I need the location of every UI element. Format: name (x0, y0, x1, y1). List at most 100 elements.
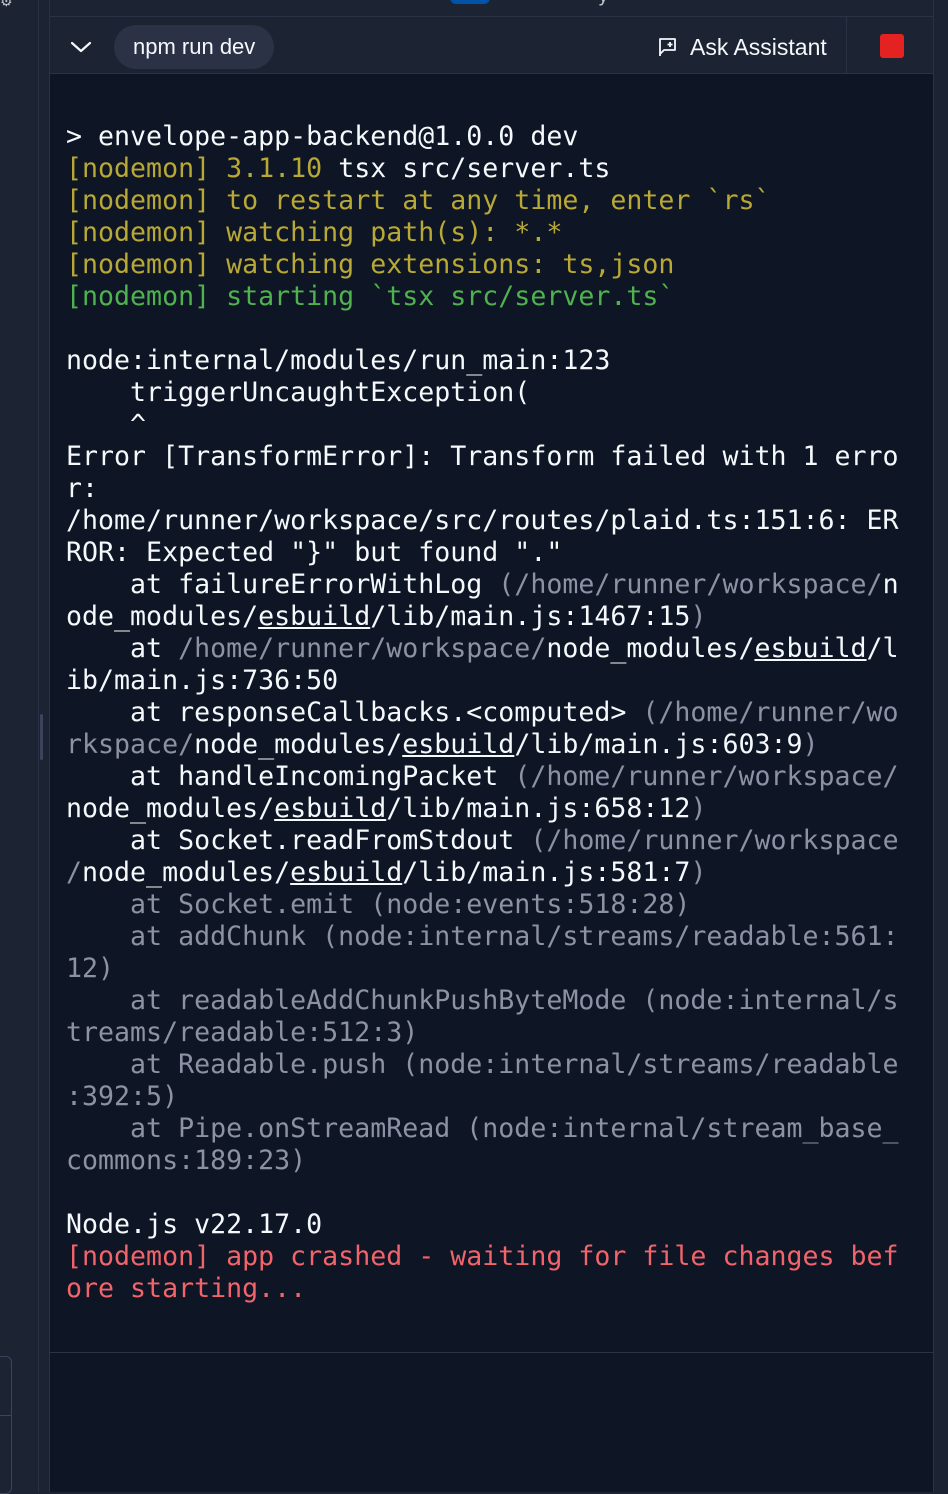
stop-button[interactable] (880, 34, 904, 58)
terminal-segment: Node.js v22.17.0 (66, 1209, 323, 1240)
sidebar-panel-edge[interactable] (0, 1356, 12, 1494)
terminal-segment: at Socket.emit (node:events:518:28) (66, 889, 691, 920)
terminal-line: [nodemon] watching path(s): *.* (66, 217, 906, 249)
terminal-segment: ) (690, 601, 707, 632)
terminal-segment: ib/main.js:736:50 (66, 665, 339, 696)
collapse-button[interactable] (67, 33, 95, 61)
terminal-segment: [nodemon] watching extensions: ts,json (66, 249, 675, 280)
terminal-segment: /lib/main.js:603:9 (514, 729, 803, 760)
terminal-segment: (/home/runner/wo (642, 697, 899, 728)
terminal-segment: /home/runner/workspace/src/routes/plaid.… (66, 505, 899, 536)
terminal-line: [nodemon] to restart at any time, enter … (66, 185, 906, 217)
terminal-line: node:internal/modules/run_main:123 (66, 345, 906, 377)
terminal-segment: > envelope-app-backend@1.0.0 dev (66, 121, 579, 152)
terminal-segment: triggerUncaughtException( (66, 377, 531, 408)
panel-divider (0, 1415, 11, 1416)
terminal-segment: ) (690, 857, 707, 888)
terminal-segment: rkspace/ (66, 729, 195, 760)
terminal-line: :392:5) (66, 1081, 906, 1113)
terminal-line: [nodemon] watching extensions: ts,json (66, 249, 906, 281)
terminal-line: [nodemon] starting `tsx src/server.ts` (66, 281, 906, 313)
terminal-segment: / (66, 857, 83, 888)
terminal-segment: [nodemon] watching path(s): *.* (66, 217, 563, 248)
terminal-link[interactable]: esbuild (274, 793, 386, 824)
terminal-segment: at Readable.push (node:internal/streams/… (66, 1049, 899, 1080)
terminal-line: ib/main.js:736:50 (66, 665, 906, 697)
terminal-segment: [nodemon] starting `tsx src/server.ts` (66, 281, 675, 312)
terminal-segment: tsx src/server.ts (338, 153, 611, 184)
chat-flag-icon (659, 38, 676, 56)
terminal-line: at addChunk (node:internal/streams/reada… (66, 921, 906, 953)
terminal-line: ore starting... (66, 1273, 906, 1305)
terminal-segment: (/home/runner/workspace/ (498, 569, 883, 600)
terminal-line: [nodemon] 3.1.10 tsx src/server.ts (66, 153, 906, 185)
terminal-line: Node.js v22.17.0 (66, 1209, 906, 1241)
terminal-output[interactable]: > envelope-app-backend@1.0.0 dev [nodemon… (50, 74, 933, 1353)
terminal-segment: node_modules/ (194, 729, 403, 760)
terminal-line: ^ (66, 409, 906, 441)
terminal-segment: node_modules/ (66, 793, 275, 824)
terminal-line: 12) (66, 953, 906, 985)
terminal-link[interactable]: esbuild (402, 729, 514, 760)
active-tab-indicator[interactable] (450, 0, 490, 4)
ask-assistant-label: Ask Assistant (690, 33, 827, 60)
top-cutoff-glyph: y (598, 0, 609, 7)
terminal-line: at Socket.emit (node:events:518:28) (66, 889, 906, 921)
terminal-line: at responseCallbacks.<computed> (/home/r… (66, 697, 906, 729)
terminal-link[interactable]: esbuild (754, 633, 866, 664)
terminal-line: at readableAddChunkPushByteMode (node:in… (66, 985, 906, 1017)
terminal-line: node_modules/esbuild/lib/main.js:658:12) (66, 793, 906, 825)
chevron-down-icon (70, 41, 92, 53)
terminal-line: rkspace/node_modules/esbuild/lib/main.js… (66, 729, 906, 761)
terminal-segment: commons:189:23) (66, 1145, 307, 1176)
terminal-segment: r: (66, 473, 99, 504)
terminal-line: at /home/runner/workspace/node_modules/e… (66, 633, 906, 665)
terminal-segment: n (882, 569, 899, 600)
terminal-text: > envelope-app-backend@1.0.0 dev [nodemon… (66, 121, 906, 1305)
terminal-segment: [nodemon] 3.1.10 (66, 153, 339, 184)
terminal-line: ROR: Expected "}" but found "." (66, 537, 906, 569)
terminal-empty-area (50, 1353, 933, 1492)
terminal-line: /node_modules/esbuild/lib/main.js:581:7) (66, 857, 906, 889)
terminal-segment: [nodemon] to restart at any time, enter … (66, 185, 771, 216)
terminal-segment: ) (690, 793, 707, 824)
terminal-link[interactable]: esbuild (258, 601, 370, 632)
terminal-link[interactable]: esbuild (290, 857, 402, 888)
terminal-segment: (/home/runner/workspace/ (514, 761, 899, 792)
terminal-segment: at responseCallbacks.<computed> (66, 697, 643, 728)
ask-assistant-button[interactable]: Ask Assistant (656, 25, 827, 69)
pane-resize-handle[interactable] (40, 714, 43, 760)
terminal-segment: /l (866, 633, 899, 664)
terminal-segment: [nodemon] app crashed - waiting for file… (66, 1241, 899, 1272)
terminal-line: triggerUncaughtException( (66, 377, 906, 409)
terminal-line: > envelope-app-backend@1.0.0 dev (66, 121, 906, 153)
terminal-segment: /lib/main.js:1467:15 (370, 601, 691, 632)
run-command-pill[interactable]: npm run dev (114, 25, 275, 69)
terminal-segment: /home/runner/workspace/ (178, 633, 547, 664)
pane-top-strip: y (50, 0, 933, 17)
terminal-segment: :392:5) (66, 1081, 179, 1112)
terminal-segment: at readableAddChunkPushByteMode (node:in… (66, 985, 899, 1016)
terminal-segment: node_modules/ (546, 633, 755, 664)
terminal-line: ode_modules/esbuild/lib/main.js:1467:15) (66, 601, 906, 633)
terminal-segment: ode_modules/ (66, 601, 259, 632)
terminal-line: at failureErrorWithLog (/home/runner/wor… (66, 569, 906, 601)
terminal-line: r: (66, 473, 906, 505)
terminal-segment: at Socket.readFromStdout (66, 825, 531, 856)
terminal-segment: node_modules/ (82, 857, 291, 888)
terminal-segment: node:internal/modules/run_main:123 (66, 345, 611, 376)
terminal-line: Error [TransformError]: Transform failed… (66, 441, 906, 473)
terminal-segment: ore starting... (66, 1273, 307, 1304)
terminal-line: [nodemon] app crashed - waiting for file… (66, 1241, 906, 1273)
terminal-segment: Error [TransformError]: Transform failed… (66, 441, 899, 472)
sidebar-collapsed-icon[interactable]: ⚙ (0, 0, 13, 10)
console-toolbar: npm run dev Ask Assistant (50, 17, 933, 74)
terminal-line: at Socket.readFromStdout (/home/runner/w… (66, 825, 906, 857)
terminal-segment: at Pipe.onStreamRead (node:internal/stre… (66, 1113, 899, 1144)
terminal-line: treams/readable:512:3) (66, 1017, 906, 1049)
terminal-segment: ) (802, 729, 819, 760)
terminal-segment: ^ (66, 409, 147, 440)
terminal-line: at Pipe.onStreamRead (node:internal/stre… (66, 1113, 906, 1145)
